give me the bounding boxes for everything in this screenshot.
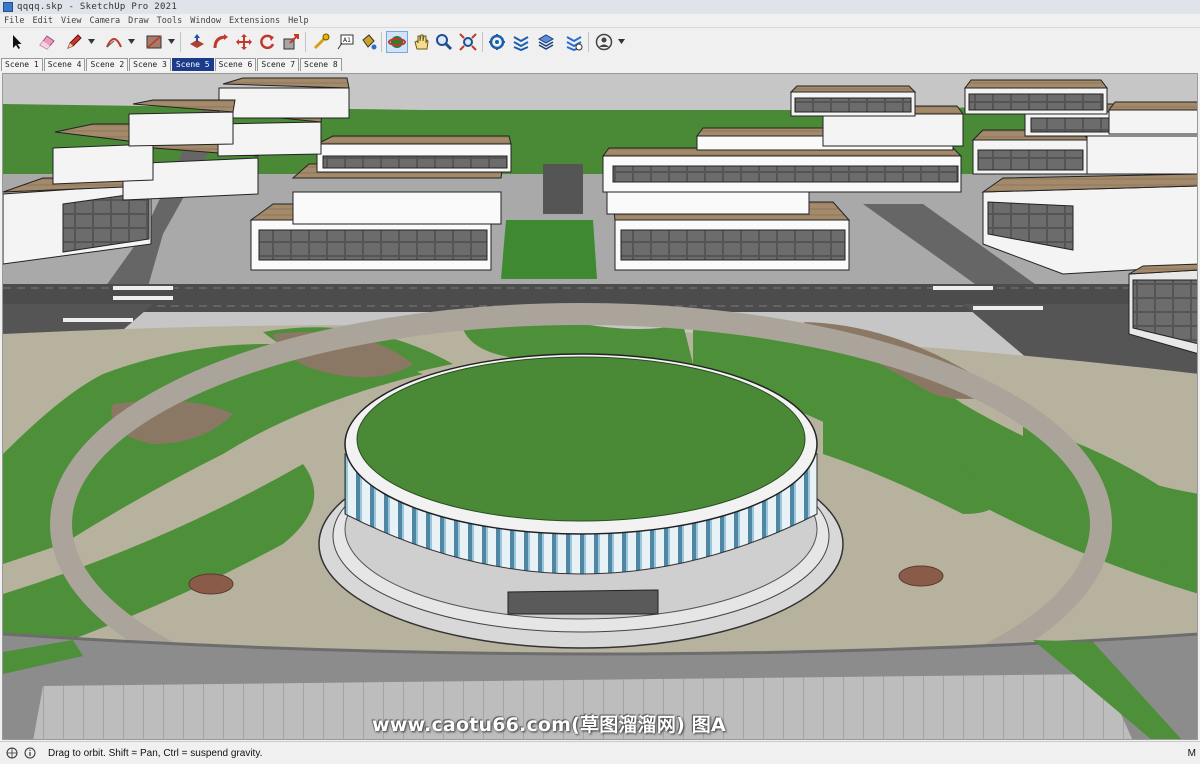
tab-scene-8[interactable]: Scene 8 xyxy=(300,58,342,71)
menu-bar: File Edit View Camera Draw Tools Window … xyxy=(0,14,1200,27)
chevron-down-icon[interactable] xyxy=(168,38,175,45)
pan-tool-button[interactable] xyxy=(410,31,432,53)
tab-scene-5[interactable]: Scene 5 xyxy=(171,58,214,71)
measurements-label: M xyxy=(1187,747,1196,759)
tab-scene-1[interactable]: Scene 1 xyxy=(1,58,43,71)
arrow-cursor-icon xyxy=(13,35,22,49)
3d-scene-render xyxy=(3,74,1197,739)
main-toolbar: A1 xyxy=(0,27,1200,58)
tape-measure-tool-button[interactable] xyxy=(310,31,332,53)
layers-stack-icon xyxy=(537,34,555,50)
3d-warehouse-icon xyxy=(489,34,505,50)
scene-tabs: Scene 1 Scene 4 Scene 2 Scene 3 Scene 5 … xyxy=(0,56,1200,71)
push-pull-icon xyxy=(190,34,204,48)
magnifier-icon xyxy=(436,34,453,51)
menu-help[interactable]: Help xyxy=(284,16,312,26)
tab-scene-7[interactable]: Scene 7 xyxy=(257,58,300,71)
shape-tool-button[interactable] xyxy=(143,31,165,53)
chevron-down-icon[interactable] xyxy=(128,38,135,45)
move-tool-button[interactable] xyxy=(233,31,255,53)
menu-view[interactable]: View xyxy=(57,16,85,26)
select-tool-button[interactable] xyxy=(6,31,28,53)
menu-camera[interactable]: Camera xyxy=(85,16,124,26)
model-viewport[interactable] xyxy=(2,73,1198,740)
line-tool-button[interactable] xyxy=(63,31,85,53)
tab-scene-4[interactable]: Scene 4 xyxy=(43,58,86,71)
tape-measure-icon xyxy=(313,33,330,50)
tab-scene-3[interactable]: Scene 3 xyxy=(129,58,171,71)
rotate-icon xyxy=(260,34,275,50)
scale-tool-button[interactable] xyxy=(280,31,302,53)
eraser-tool-button[interactable] xyxy=(36,31,58,53)
info-icon[interactable] xyxy=(24,747,36,759)
status-hint: Drag to orbit. Shift = Pan, Ctrl = suspe… xyxy=(48,747,263,759)
menu-window[interactable]: Window xyxy=(186,16,225,26)
extension-warehouse-button[interactable] xyxy=(510,31,532,53)
watermark-text: www.caotu66.com(草图溜溜网) 图A xyxy=(372,714,726,736)
orbit-tool-button[interactable] xyxy=(386,31,408,53)
tab-scene-2[interactable]: Scene 2 xyxy=(86,58,129,71)
arc-icon xyxy=(106,38,122,48)
zoom-tool-button[interactable] xyxy=(433,31,455,53)
paint-bucket-tool-button[interactable] xyxy=(357,31,379,53)
eraser-icon xyxy=(39,35,55,50)
tab-scene-6[interactable]: Scene 6 xyxy=(214,58,257,71)
title-bar: qqqq.skp - SketchUp Pro 2021 xyxy=(0,0,1200,15)
svg-text:A1: A1 xyxy=(343,37,351,44)
chevron-down-icon[interactable] xyxy=(618,38,625,45)
menu-file[interactable]: File xyxy=(0,16,28,26)
paint-bucket-icon xyxy=(362,34,377,50)
menu-extensions[interactable]: Extensions xyxy=(225,16,284,26)
menu-draw[interactable]: Draw xyxy=(124,16,152,26)
zoom-extents-icon xyxy=(459,33,477,51)
follow-me-tool-button[interactable] xyxy=(210,31,232,53)
user-account-icon xyxy=(595,33,613,51)
extension-warehouse-icon xyxy=(513,36,529,51)
arc-tool-button[interactable] xyxy=(103,31,125,53)
status-bar: Drag to orbit. Shift = Pan, Ctrl = suspe… xyxy=(0,741,1200,764)
hand-icon xyxy=(414,34,429,50)
extension-manager-icon xyxy=(566,36,583,51)
menu-tools[interactable]: Tools xyxy=(153,16,187,26)
account-button[interactable] xyxy=(593,31,615,53)
chevron-down-icon[interactable] xyxy=(88,38,95,45)
rectangle-icon xyxy=(146,35,162,49)
move-icon xyxy=(236,34,252,50)
scale-icon xyxy=(283,34,299,50)
window-title: qqqq.skp - SketchUp Pro 2021 xyxy=(17,2,178,12)
text-icon: A1 xyxy=(337,34,354,50)
orbit-icon xyxy=(388,36,406,48)
menu-edit[interactable]: Edit xyxy=(28,16,56,26)
text-tool-button[interactable]: A1 xyxy=(334,31,356,53)
trimble-connect-button[interactable] xyxy=(535,31,557,53)
sketchup-app-icon[interactable] xyxy=(3,2,13,12)
zoom-extents-tool-button[interactable] xyxy=(457,31,479,53)
georeference-icon[interactable] xyxy=(6,747,18,759)
warehouse-button[interactable] xyxy=(486,31,508,53)
follow-me-icon xyxy=(213,34,228,49)
rotate-tool-button[interactable] xyxy=(256,31,278,53)
pencil-icon xyxy=(67,34,82,49)
push-pull-tool-button[interactable] xyxy=(186,31,208,53)
extension-manager-button[interactable] xyxy=(563,31,585,53)
